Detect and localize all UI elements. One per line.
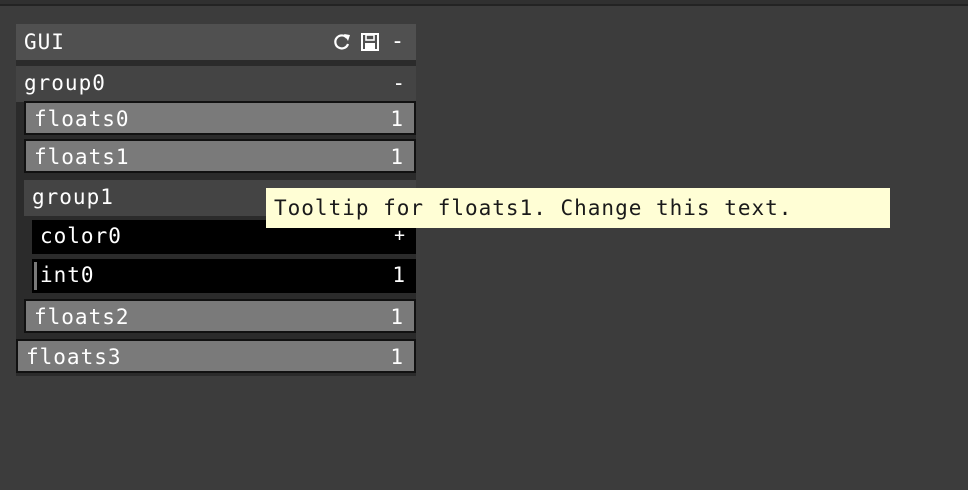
panel-header-icons: - bbox=[332, 24, 408, 60]
gui-panel-header[interactable]: GUI - bbox=[16, 24, 416, 60]
refresh-icon[interactable] bbox=[332, 32, 352, 52]
slider-value: 1 bbox=[392, 263, 406, 287]
group-label: group1 bbox=[32, 185, 114, 209]
slider-label: int0 bbox=[40, 263, 95, 287]
slider-int0[interactable]: int0 1 bbox=[32, 259, 416, 293]
slider-value: 1 bbox=[390, 107, 404, 131]
slider-label: floats2 bbox=[34, 305, 130, 329]
group-header-group0[interactable]: group0 - bbox=[16, 66, 416, 102]
window-top-border bbox=[0, 0, 968, 6]
slider-fill bbox=[34, 262, 37, 290]
slider-label: floats1 bbox=[34, 145, 130, 169]
slider-value: 1 bbox=[390, 145, 404, 169]
slider-label: floats0 bbox=[34, 107, 130, 131]
slider-floats3[interactable]: floats3 1 bbox=[16, 339, 416, 373]
panel-title: GUI bbox=[24, 30, 65, 54]
slider-floats2[interactable]: floats2 1 bbox=[24, 299, 416, 333]
save-icon[interactable] bbox=[360, 32, 380, 52]
collapse-icon[interactable]: - bbox=[392, 66, 406, 100]
minimize-icon[interactable]: - bbox=[388, 29, 408, 54]
slider-label: floats3 bbox=[26, 345, 122, 369]
color-label: color0 bbox=[40, 224, 122, 248]
slider-value: 1 bbox=[390, 305, 404, 329]
slider-floats1[interactable]: floats1 1 bbox=[24, 139, 416, 173]
slider-floats0[interactable]: floats0 1 bbox=[24, 101, 416, 135]
tooltip: Tooltip for floats1. Change this text. bbox=[266, 188, 890, 228]
group-label: group0 bbox=[24, 71, 106, 95]
slider-value: 1 bbox=[390, 345, 404, 369]
